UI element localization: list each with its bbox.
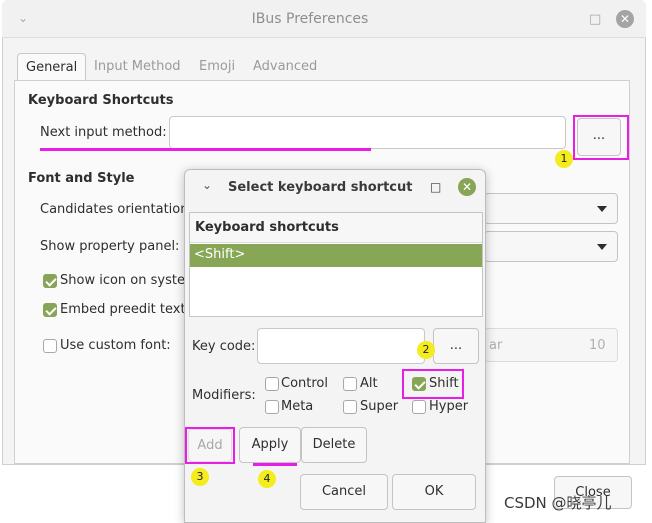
dialog-menu-chevron-icon[interactable]: ⌄ xyxy=(202,178,212,192)
modifier-super-checkbox[interactable] xyxy=(343,400,357,414)
dropdown-arrow-icon xyxy=(597,244,607,250)
modifier-hyper-label: Hyper xyxy=(429,399,469,414)
shortcut-list-item[interactable]: <Shift> xyxy=(190,244,482,267)
candidates-orientation-label: Candidates orientation: xyxy=(40,202,193,217)
modifier-control-label: Control xyxy=(281,376,328,391)
step-badge-4: 4 xyxy=(258,470,276,488)
modifier-alt-label: Alt xyxy=(360,376,378,391)
highlight-box-add xyxy=(185,427,235,464)
font-name-text: ar xyxy=(489,338,503,353)
use-custom-font-label: Use custom font: xyxy=(60,338,171,353)
csdn-watermark: CSDN @晓亭儿 xyxy=(504,494,612,512)
dialog-close-icon[interactable]: ✕ xyxy=(458,178,476,196)
candidates-orientation-combo[interactable] xyxy=(484,193,618,224)
apply-button[interactable]: Apply xyxy=(239,427,301,463)
ok-button[interactable]: OK xyxy=(392,474,476,510)
step-badge-1: 1 xyxy=(555,150,573,168)
key-code-label: Key code: xyxy=(192,339,256,354)
font-size-text: 10 xyxy=(589,338,606,353)
show-icon-checkbox[interactable] xyxy=(43,274,57,288)
embed-preedit-checkbox[interactable] xyxy=(43,303,57,317)
maximize-icon[interactable]: □ xyxy=(589,12,601,27)
tab-advanced[interactable]: Advanced xyxy=(253,59,317,74)
window-close-icon[interactable]: ✕ xyxy=(616,10,634,28)
highlight-underline-apply xyxy=(253,463,297,466)
show-icon-label: Show icon on system xyxy=(60,273,184,288)
highlight-box-shift xyxy=(402,369,464,399)
next-input-method-label: Next input method: xyxy=(40,125,167,140)
show-property-panel-label: Show property panel: xyxy=(40,239,180,254)
keyboard-shortcuts-heading: Keyboard Shortcuts xyxy=(28,93,174,108)
modifiers-label: Modifiers: xyxy=(192,388,256,403)
dialog-title: Select keyboard shortcut for sw xyxy=(228,180,416,195)
font-and-style-heading: Font and Style xyxy=(28,171,135,186)
modifier-control-checkbox[interactable] xyxy=(265,377,279,391)
shortcuts-list-header: Keyboard shortcuts xyxy=(190,213,482,243)
modifier-super-label: Super xyxy=(360,399,399,414)
dialog-maximize-icon[interactable]: □ xyxy=(430,180,441,194)
window-title: IBus Preferences xyxy=(251,11,369,27)
step-badge-2: 2 xyxy=(417,341,435,359)
modifier-meta-checkbox[interactable] xyxy=(265,400,279,414)
tab-emoji[interactable]: Emoji xyxy=(199,59,235,74)
delete-button[interactable]: Delete xyxy=(301,427,367,463)
tab-general[interactable]: General xyxy=(17,53,87,80)
tab-input-method[interactable]: Input Method xyxy=(94,59,181,74)
show-property-panel-combo[interactable] xyxy=(484,231,618,262)
highlight-underline-next-input xyxy=(40,148,371,151)
modifier-hyper-checkbox[interactable] xyxy=(412,400,426,414)
next-input-method-field[interactable] xyxy=(169,116,566,149)
embed-preedit-label: Embed preedit text in xyxy=(60,302,184,317)
modifier-alt-checkbox[interactable] xyxy=(343,377,357,391)
step-badge-3: 3 xyxy=(191,468,209,486)
dropdown-arrow-icon xyxy=(597,206,607,212)
custom-font-button[interactable]: ar 10 xyxy=(484,328,618,362)
modifier-meta-label: Meta xyxy=(281,399,314,414)
key-code-field[interactable] xyxy=(257,328,425,364)
key-code-browse-button[interactable]: ... xyxy=(433,328,479,364)
highlight-box-browse xyxy=(573,115,629,160)
cancel-button[interactable]: Cancel xyxy=(300,474,388,510)
use-custom-font-checkbox[interactable] xyxy=(43,339,57,353)
